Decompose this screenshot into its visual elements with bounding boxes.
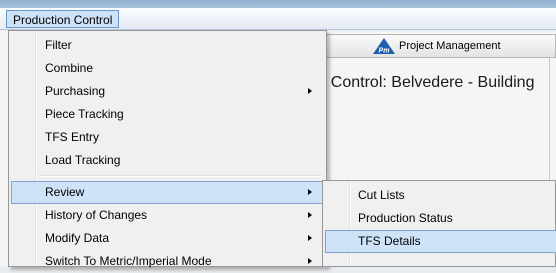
- menu-item-label: Modify Data: [45, 231, 110, 245]
- menu-item-label: Combine: [45, 61, 94, 75]
- menu-item-purchasing[interactable]: Purchasing: [11, 80, 324, 103]
- menu-item-label: Filter: [45, 38, 72, 52]
- menu-item-history-of-changes[interactable]: History of Changes: [11, 204, 324, 227]
- menu-item-label: TFS Entry: [45, 130, 100, 144]
- menu-item-piece-tracking[interactable]: Piece Tracking: [11, 103, 324, 126]
- menu-bar: Production Control: [0, 8, 556, 30]
- project-management-logo-icon: Pm: [373, 38, 395, 54]
- submenu-item-label: Production Status: [358, 211, 453, 225]
- tab-project-management-label: Project Management: [399, 40, 501, 52]
- submenu-arrow-icon: [308, 189, 312, 195]
- menu-item-label: Piece Tracking: [45, 107, 124, 121]
- production-control-dropdown: Filter Combine Purchasing Piece Tracking…: [8, 30, 327, 268]
- submenu-item-label: Cut Lists: [358, 188, 405, 202]
- window-title-strip: [0, 0, 556, 8]
- menu-item-modify-data[interactable]: Modify Data: [11, 227, 324, 250]
- menu-item-label: Purchasing: [45, 84, 106, 98]
- menu-item-switch-metric-imperial[interactable]: Switch To Metric/Imperial Mode: [11, 250, 324, 273]
- submenu-arrow-icon: [308, 212, 312, 218]
- menu-item-load-tracking[interactable]: Load Tracking: [11, 149, 324, 172]
- submenu-item-tfs-details[interactable]: TFS Details: [325, 230, 556, 253]
- submenu-arrow-icon: [308, 235, 312, 241]
- menu-item-review[interactable]: Review: [11, 181, 324, 204]
- menu-separator: [39, 175, 322, 177]
- menu-production-control[interactable]: Production Control: [6, 10, 120, 28]
- review-submenu: Cut Lists Production Status TFS Details: [322, 180, 556, 267]
- menu-item-label: Review: [45, 185, 85, 199]
- submenu-arrow-icon: [308, 88, 312, 94]
- menu-item-combine[interactable]: Combine: [11, 57, 324, 80]
- submenu-item-cut-lists[interactable]: Cut Lists: [325, 184, 556, 207]
- page-title: ion Control: Belvedere - Building: [305, 74, 535, 91]
- menu-item-tfs-entry[interactable]: TFS Entry: [11, 126, 324, 149]
- tab-project-management[interactable]: Pm Project Management: [320, 34, 556, 58]
- project-management-logo-text: Pm: [379, 48, 390, 55]
- submenu-item-production-status[interactable]: Production Status: [325, 207, 556, 230]
- menu-item-label: Switch To Metric/Imperial Mode: [45, 254, 212, 268]
- menu-item-label: History of Changes: [45, 208, 148, 222]
- submenu-item-label: TFS Details: [358, 234, 421, 248]
- menu-item-label: Load Tracking: [45, 153, 121, 167]
- menu-item-filter[interactable]: Filter: [11, 34, 324, 57]
- submenu-arrow-icon: [308, 258, 312, 264]
